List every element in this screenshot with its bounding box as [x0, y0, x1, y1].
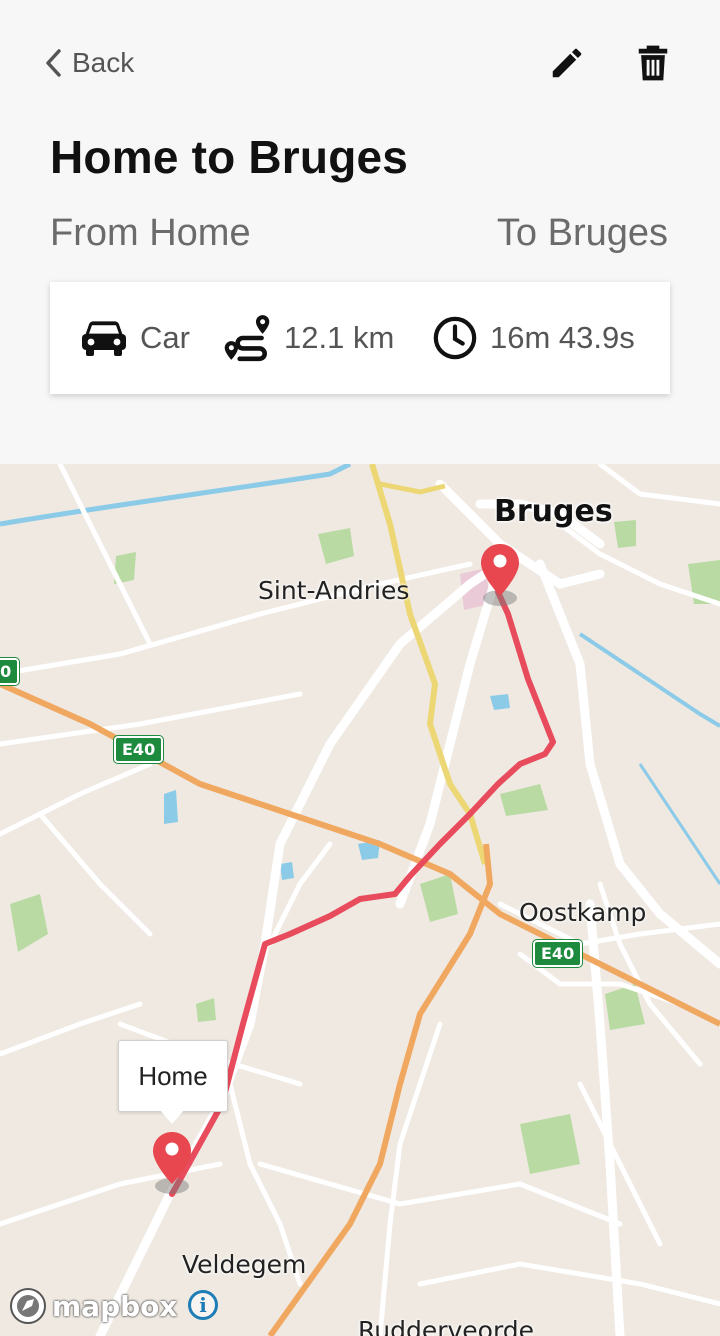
- route-from: From Home: [50, 212, 251, 254]
- route-icon: [224, 315, 270, 362]
- pencil-icon: [552, 48, 582, 78]
- origin-marker[interactable]: [150, 1130, 194, 1196]
- attribution-info-icon[interactable]: i: [188, 1290, 218, 1320]
- road-shield-e40: E40: [533, 940, 583, 967]
- road-shield-e40: E40: [0, 658, 20, 685]
- map-pin-icon: [481, 544, 519, 606]
- place-label-sint-andries: Sint-Andries: [258, 576, 410, 605]
- place-label-bruges: Bruges: [494, 494, 613, 529]
- route-to: To Bruges: [496, 212, 668, 254]
- place-label-oostkamp: Oostkamp: [519, 898, 647, 927]
- map-pin-icon: [153, 1132, 191, 1194]
- destination-marker[interactable]: [478, 542, 522, 608]
- place-label-veldegem: Veldegem: [182, 1250, 307, 1279]
- trash-icon: [638, 45, 668, 81]
- back-label: Back: [72, 47, 135, 78]
- mapbox-logo-icon: [10, 1288, 46, 1324]
- origin-popup: Home: [118, 1040, 228, 1112]
- origin-popup-tail: [160, 1110, 184, 1124]
- place-label-rudderveorde: Rudderveorde: [358, 1316, 535, 1336]
- travel-mode-label: Car: [140, 320, 190, 355]
- route-duration-label: 16m 43.9s: [490, 320, 635, 355]
- route-map[interactable]: Bruges Sint-Andries Oostkamp Veldegem Ru…: [0, 464, 720, 1336]
- back-button[interactable]: Back: [44, 40, 134, 86]
- route-summary-card: Car 12.1 km 16m 43.9s: [50, 282, 670, 394]
- chevron-left-icon: [46, 49, 61, 77]
- clock-icon: [433, 316, 477, 360]
- delete-button[interactable]: [630, 40, 676, 86]
- mapbox-logo[interactable]: mapbox: [8, 1286, 177, 1326]
- car-icon: [82, 321, 126, 356]
- mapbox-wordmark: mapbox: [52, 1289, 178, 1323]
- route-title: Home to Bruges: [50, 131, 409, 183]
- road-shield-e40: E40: [114, 736, 164, 763]
- top-bar: Back: [0, 0, 720, 120]
- route-duration: 16m 43.9s: [432, 282, 635, 394]
- route-distance: 12.1 km: [222, 282, 394, 394]
- route-distance-label: 12.1 km: [284, 320, 395, 355]
- edit-button[interactable]: [544, 40, 590, 86]
- origin-popup-label: Home: [138, 1060, 208, 1091]
- travel-mode: Car: [80, 282, 190, 394]
